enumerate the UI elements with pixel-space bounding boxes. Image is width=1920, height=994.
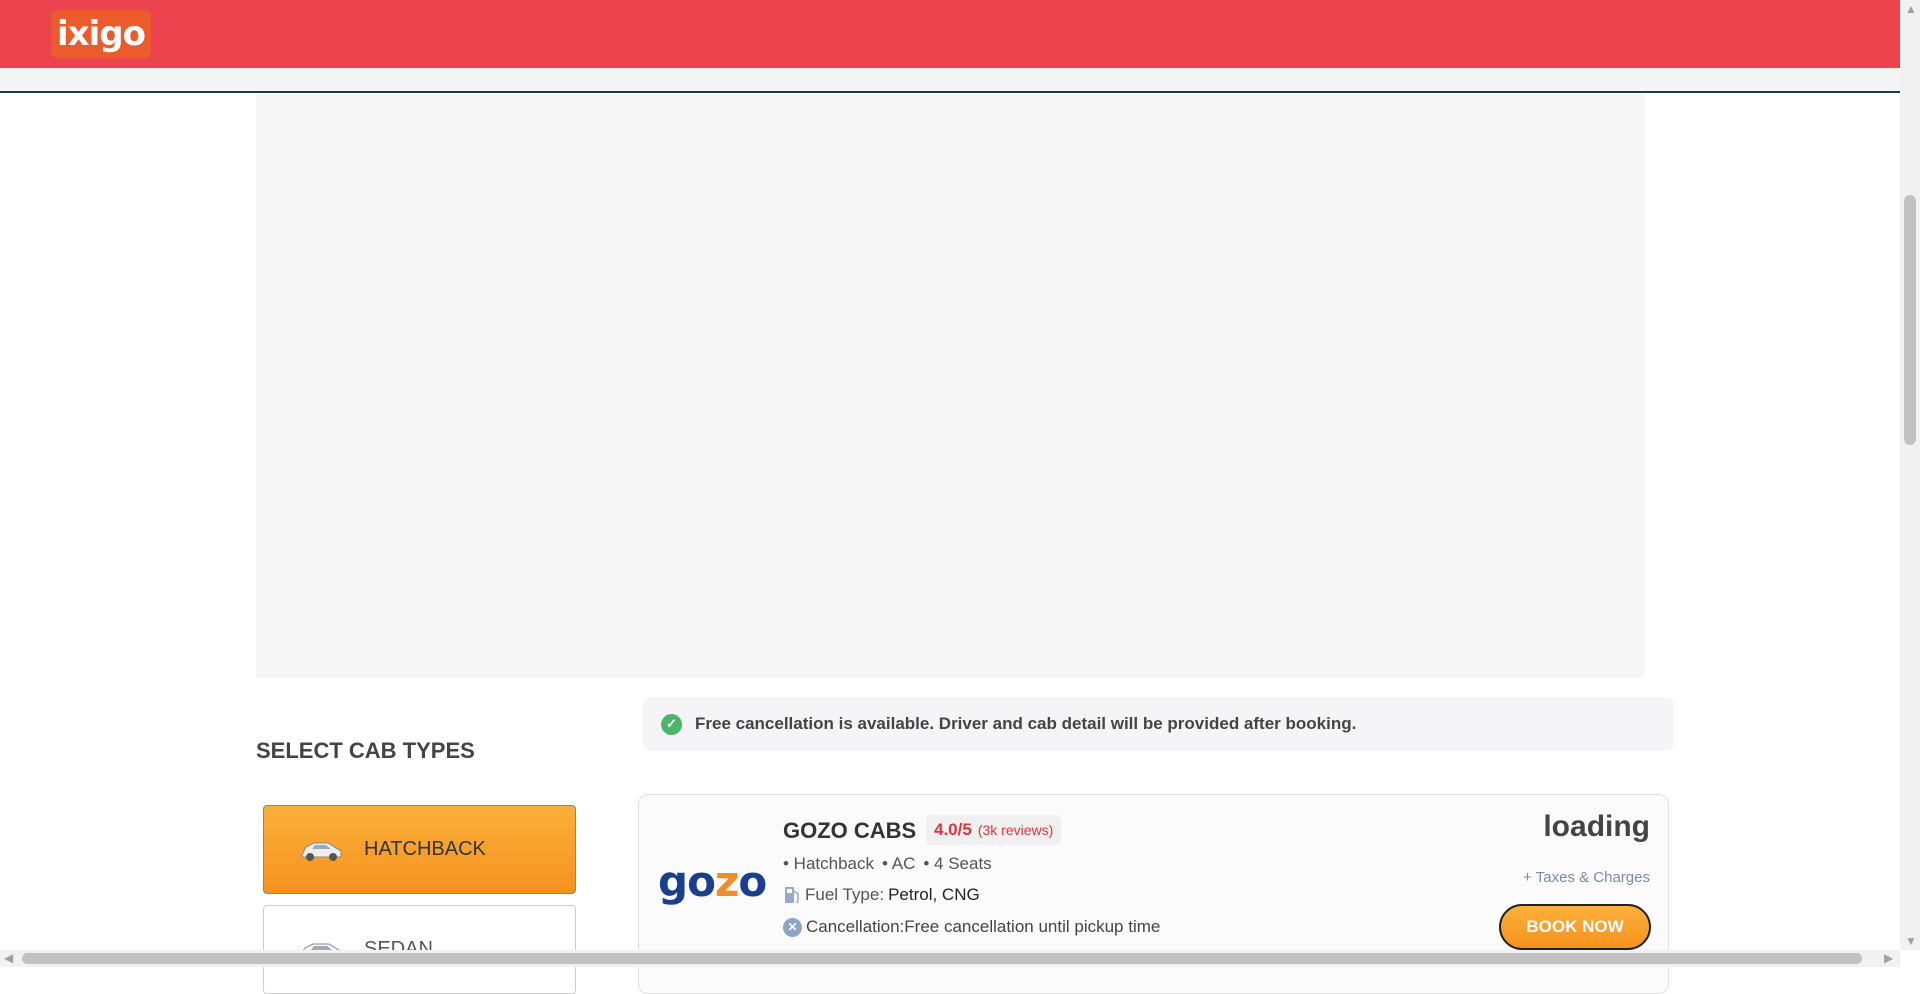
horizontal-scroll-thumb[interactable] — [22, 953, 1862, 964]
free-cancellation-notice: ✓ Free cancellation is available. Driver… — [643, 697, 1674, 751]
fuel-pump-icon — [785, 887, 799, 904]
cancellation-text: Cancellation:Free cancellation until pic… — [806, 917, 1161, 936]
scroll-left-icon[interactable]: ◀ — [4, 951, 13, 965]
book-now-button[interactable]: BOOK NOW — [1499, 904, 1651, 950]
vertical-scroll-thumb[interactable] — [1904, 195, 1916, 445]
scroll-down-icon[interactable]: ▼ — [1905, 934, 1917, 948]
scrollbar-corner — [1900, 950, 1920, 967]
taxes-note: + Taxes & Charges — [1523, 869, 1650, 886]
review-count: (3k reviews) — [977, 822, 1054, 838]
close-circle-icon: ✕ — [783, 917, 802, 937]
fuel-type-row: Fuel Type: Petrol, CNG — [783, 885, 980, 905]
sub-header-bar — [0, 68, 1900, 93]
map-placeholder — [256, 95, 1645, 678]
section-title: SELECT CAB TYPES — [256, 738, 475, 763]
gozo-logo: gozo — [658, 857, 767, 906]
rating-badge[interactable]: 4.0/5 (3k reviews) — [926, 815, 1062, 845]
ixigo-logo[interactable]: ixigo — [51, 10, 151, 58]
feature-item: • Hatchback — [783, 854, 874, 873]
rating-value: 4.0/5 — [934, 820, 972, 839]
vertical-scrollbar[interactable]: ▲ ▼ — [1900, 0, 1920, 950]
cab-operator-name: GOZO CABS — [783, 818, 917, 843]
scroll-up-icon[interactable]: ▲ — [1905, 2, 1917, 16]
cab-features: • Hatchback • AC • 4 Seats — [783, 854, 992, 874]
horizontal-scrollbar[interactable]: ◀ ▶ — [0, 950, 1900, 967]
car-icon — [301, 842, 342, 861]
fuel-value: Petrol, CNG — [888, 885, 980, 904]
feature-item: • AC — [882, 854, 916, 873]
cancellation-row: ✕ Cancellation:Free cancellation until p… — [783, 917, 1160, 937]
fuel-label: Fuel Type: — [805, 885, 885, 904]
cab-type-hatchback[interactable]: HATCHBACK — [263, 805, 576, 894]
feature-item: • 4 Seats — [923, 854, 992, 873]
top-header: ixigo — [0, 0, 1900, 68]
notice-text: Free cancellation is available. Driver a… — [695, 714, 1357, 733]
cab-type-label: HATCHBACK — [364, 838, 486, 860]
price: loading — [1543, 810, 1650, 843]
scroll-right-icon[interactable]: ▶ — [1884, 951, 1893, 965]
check-circle-icon: ✓ — [661, 713, 682, 735]
